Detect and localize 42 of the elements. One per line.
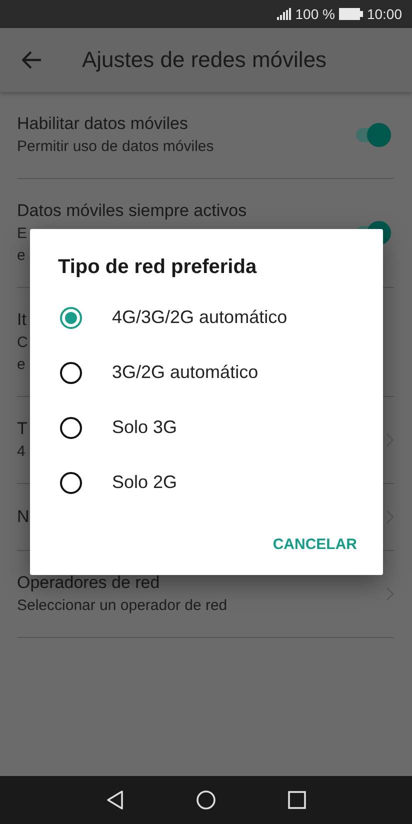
option-label: 3G/2G automático [112,362,258,383]
setting-subtitle: e [17,355,26,375]
battery-percent: 100 % [295,6,335,22]
back-arrow-icon [22,51,42,69]
clock: 10:00 [366,6,402,22]
setting-subtitle: C [17,333,28,353]
radio-option[interactable]: Solo 2G [30,455,383,510]
setting-subtitle: 4 [17,442,26,462]
option-label: 4G/3G/2G automático [112,307,288,328]
screen-title: Ajustes de redes móviles [82,47,327,73]
setting-title[interactable]: T [17,417,28,441]
chevron-right-icon [386,433,394,447]
square-icon [288,791,306,809]
back-nav-button[interactable] [106,790,124,810]
setting-title[interactable]: It [17,308,26,332]
option-label: Solo 3G [112,417,178,438]
circle-icon [196,790,216,810]
option-label: Solo 2G [112,472,178,493]
radio-button[interactable] [60,472,82,494]
cancel-button[interactable]: CANCELAR [262,528,367,561]
dialog-title: Tipo de red preferida [58,255,258,280]
setting-title[interactable]: Habilitar datos móviles [17,112,188,136]
radio-button[interactable] [60,306,82,328]
setting-subtitle: Permitir uso de datos móviles [17,137,214,157]
home-nav-button[interactable] [196,790,216,810]
radio-option[interactable]: 4G/3G/2G automático [30,290,383,345]
recents-nav-button[interactable] [288,791,306,809]
radio-option[interactable]: 3G/2G automático [30,345,383,400]
radio-option[interactable]: Solo 3G [30,400,383,455]
setting-subtitle: e [17,246,26,266]
triangle-icon [106,790,124,810]
setting-title[interactable]: Datos móviles siempre activos [17,199,247,223]
signal-icon [277,8,292,20]
radio-button[interactable] [60,416,82,438]
setting-title[interactable]: N [17,505,30,529]
setting-subtitle: E [17,224,28,244]
setting-subtitle: Seleccionar un operador de red [17,596,228,616]
chevron-right-icon [386,510,394,524]
toggle-switch[interactable] [354,122,392,148]
radio-button[interactable] [60,362,82,384]
setting-title[interactable]: Operadores de red [17,571,160,595]
battery-icon [338,8,363,20]
